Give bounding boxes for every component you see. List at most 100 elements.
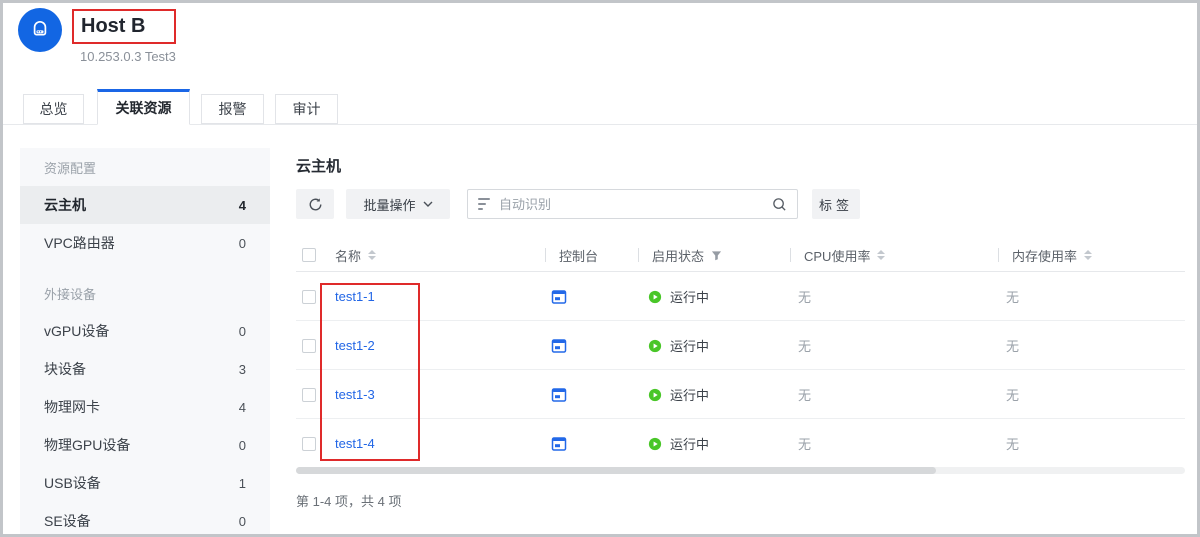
- sidebar-item-label: 云主机: [44, 195, 86, 215]
- sidebar-item-vpc-router[interactable]: VPC路由器 0: [20, 224, 270, 262]
- table-header: 名称 控制台 启用状态 CPU使用率 内存使用率: [296, 238, 1185, 272]
- host-avatar: [18, 8, 62, 52]
- column-header-name[interactable]: 名称: [335, 238, 376, 272]
- batch-actions-label: 批量操作: [363, 195, 415, 214]
- sidebar-item-count: 1: [239, 476, 246, 491]
- tab-label: 关联资源: [116, 98, 172, 118]
- tab-overview[interactable]: 总览: [23, 94, 84, 124]
- row-checkbox[interactable]: [302, 437, 316, 451]
- column-separator: [638, 248, 639, 262]
- sidebar-item-label: 物理GPU设备: [44, 435, 130, 455]
- sidebar-item-label: vGPU设备: [44, 321, 109, 341]
- select-all-checkbox[interactable]: [302, 248, 316, 262]
- status-text: 运行中: [670, 287, 709, 306]
- chevron-down-icon: [423, 201, 433, 207]
- cpu-usage-value: 无: [798, 272, 811, 321]
- tab-bar: 总览 关联资源 报警 审计: [3, 90, 1197, 125]
- sidebar-item-vm[interactable]: 云主机 4: [20, 186, 270, 224]
- tab-label: 审计: [293, 99, 321, 119]
- sort-icon[interactable]: [877, 250, 885, 260]
- sidebar-item-label: 物理网卡: [44, 397, 100, 417]
- tag-button[interactable]: 标签: [812, 189, 860, 219]
- table-row: test1-1 运行中 无 无: [296, 272, 1185, 321]
- sidebar-item-count: 4: [239, 400, 246, 415]
- sidebar-item-count: 4: [239, 198, 246, 213]
- status-text: 运行中: [670, 385, 709, 404]
- row-checkbox[interactable]: [302, 290, 316, 304]
- page-title: Host B: [81, 15, 145, 38]
- column-header-memory[interactable]: 内存使用率: [998, 238, 1092, 272]
- sidebar-item-se[interactable]: SE设备 0: [20, 502, 270, 537]
- cpu-usage-value: 无: [798, 370, 811, 419]
- console-icon[interactable]: [551, 289, 567, 305]
- sidebar-spacer: [20, 262, 270, 274]
- status-text: 运行中: [670, 336, 709, 355]
- sidebar-section-resource-config: 资源配置: [20, 148, 270, 186]
- console-icon[interactable]: [551, 387, 567, 403]
- refresh-button[interactable]: [296, 189, 334, 219]
- cpu-usage-value: 无: [798, 321, 811, 370]
- tab-related-resources[interactable]: 关联资源: [97, 89, 190, 125]
- sidebar-item-label: 块设备: [44, 359, 86, 379]
- sidebar-item-physical-nic[interactable]: 物理网卡 4: [20, 388, 270, 426]
- horizontal-scrollbar-thumb[interactable]: [296, 467, 936, 474]
- sidebar-item-count: 0: [239, 514, 246, 529]
- sort-icon[interactable]: [1084, 250, 1092, 260]
- vm-name-link[interactable]: test1-4: [335, 436, 375, 451]
- sidebar-item-block-device[interactable]: 块设备 3: [20, 350, 270, 388]
- memory-usage-value: 无: [1006, 272, 1019, 321]
- sort-icon[interactable]: [368, 250, 376, 260]
- running-status-icon: [648, 388, 662, 402]
- sidebar-item-count: 0: [239, 324, 246, 339]
- memory-usage-value: 无: [1006, 370, 1019, 419]
- tab-alarm[interactable]: 报警: [201, 94, 264, 124]
- column-label: 内存使用率: [1012, 246, 1077, 265]
- column-header-cpu[interactable]: CPU使用率: [790, 238, 885, 272]
- sidebar-item-count: 0: [239, 236, 246, 251]
- running-status-icon: [648, 437, 662, 451]
- column-label: CPU使用率: [804, 246, 870, 265]
- cpu-usage-value: 无: [798, 419, 811, 468]
- sidebar-item-vgpu[interactable]: vGPU设备 0: [20, 312, 270, 350]
- sidebar-item-count: 3: [239, 362, 246, 377]
- search-icon[interactable]: [772, 197, 787, 212]
- tab-label: 总览: [40, 99, 68, 119]
- row-checkbox[interactable]: [302, 388, 316, 402]
- table-row: test1-4 运行中 无 无: [296, 419, 1185, 468]
- vm-name-link[interactable]: test1-1: [335, 289, 375, 304]
- table-row: test1-3 运行中 无 无: [296, 370, 1185, 419]
- console-icon[interactable]: [551, 338, 567, 354]
- column-label: 名称: [335, 246, 361, 265]
- running-status-icon: [648, 290, 662, 304]
- vm-name-link[interactable]: test1-2: [335, 338, 375, 353]
- tag-button-label: 标签: [819, 195, 853, 214]
- tab-audit[interactable]: 审计: [275, 94, 338, 124]
- column-header-state[interactable]: 启用状态: [638, 238, 722, 272]
- refresh-icon: [308, 197, 323, 212]
- memory-usage-value: 无: [1006, 321, 1019, 370]
- batch-actions-button[interactable]: 批量操作: [346, 189, 450, 219]
- sidebar-item-physical-gpu[interactable]: 物理GPU设备 0: [20, 426, 270, 464]
- resource-sidebar: 资源配置 云主机 4 VPC路由器 0 外接设备 vGPU设备 0 块设备 3 …: [20, 148, 270, 534]
- vm-name-link[interactable]: test1-3: [335, 387, 375, 402]
- column-header-console: 控制台: [545, 238, 598, 272]
- search-box: [467, 189, 798, 219]
- table-body: test1-1 运行中 无 无 test1-2: [296, 272, 1185, 468]
- sidebar-item-usb[interactable]: USB设备 1: [20, 464, 270, 502]
- sidebar-item-label: VPC路由器: [44, 233, 115, 253]
- search-input[interactable]: [499, 197, 763, 212]
- column-label: 控制台: [559, 246, 598, 265]
- tab-label: 报警: [219, 99, 247, 119]
- host-detail-page: Host B 10.253.0.3 Test3 总览 关联资源 报警 审计 资源…: [0, 0, 1200, 537]
- console-icon[interactable]: [551, 436, 567, 452]
- memory-usage-value: 无: [1006, 419, 1019, 468]
- search-filter-icon[interactable]: [478, 198, 490, 210]
- column-separator: [545, 248, 546, 262]
- sidebar-item-label: SE设备: [44, 511, 91, 531]
- column-label: 启用状态: [652, 246, 704, 265]
- horizontal-scrollbar-track[interactable]: [296, 467, 1185, 474]
- row-checkbox[interactable]: [302, 339, 316, 353]
- column-separator: [998, 248, 999, 262]
- column-separator: [790, 248, 791, 262]
- filter-funnel-icon[interactable]: [711, 250, 722, 261]
